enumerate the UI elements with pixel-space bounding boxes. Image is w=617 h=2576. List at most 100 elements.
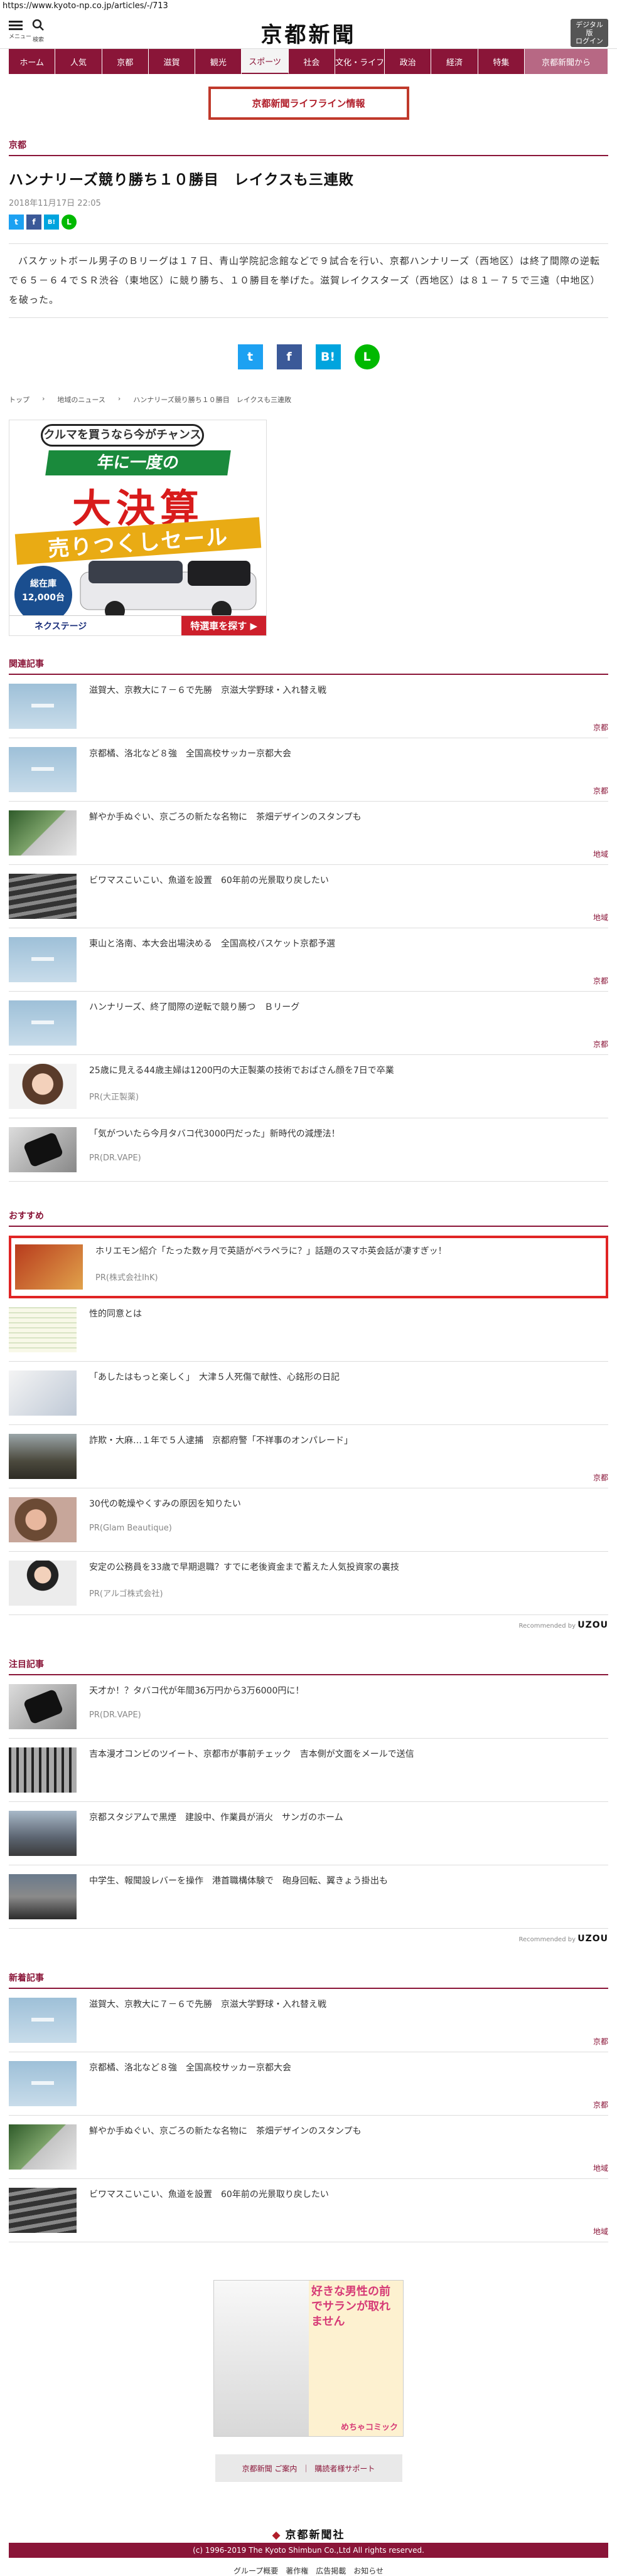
list-item-tag: 京都	[593, 1473, 608, 1482]
thumbnail-image	[9, 2061, 77, 2106]
breadcrumb-top[interactable]: トップ	[9, 395, 30, 405]
latest-list: 滋賀大、京教大に７－６で先勝 京滋大学野球・入れ替え戦 京都 京都橘、洛北など８強…	[9, 1989, 608, 2242]
thumbnail-image	[9, 747, 77, 792]
attention-list: 天才か！？タバコ代が年間36万円から3万6000円に！ PR(DR.VAPE) 吉…	[9, 1675, 608, 1929]
nav-shiga[interactable]: 滋賀	[148, 49, 196, 74]
attention-heading: 注目記事	[9, 1658, 608, 1675]
ad-comic-illustration	[214, 2281, 309, 2436]
list-item-title: 30代の乾燥やくすみの原因を知りたい	[89, 1499, 241, 1509]
recommend-heading: おすすめ	[9, 1209, 608, 1227]
list-item[interactable]: 滋賀大、京教大に７－６で先勝 京滋大学野球・入れ替え戦 京都	[9, 675, 608, 738]
nav-society[interactable]: 社会	[288, 49, 336, 74]
list-item[interactable]: 京都スタジアムで黒煙 建設中、作業員が消火 サンガのホーム	[9, 1802, 608, 1865]
thumbnail-image	[9, 1370, 77, 1416]
twitter-share-button[interactable]: t	[237, 344, 263, 369]
list-item-tag: 京都	[593, 977, 608, 985]
pr-label: PR(DR.VAPE)	[89, 1710, 141, 1720]
footer-logo[interactable]: ◆ 京都新聞社	[9, 2526, 608, 2542]
nav-tourism[interactable]: 観光	[195, 49, 242, 74]
list-item-title: 京都橘、洛北など８強 全国高校サッカー京都大会	[89, 749, 291, 759]
list-item-tag: 地域	[593, 2164, 608, 2173]
nav-politics[interactable]: 政治	[385, 49, 432, 74]
list-item[interactable]: 鮮やか手ぬぐい、京ごろの新たな名物に 茶畑デザインのスタンプも 地域	[9, 2116, 608, 2179]
digital-login-button[interactable]: デジタル版 ログイン	[571, 19, 608, 47]
list-item-title: 吉本漫才コンビのツイート、京都市が事前チェック 吉本側が文面をメールで送信	[89, 1749, 414, 1759]
nav-kyoto[interactable]: 京都	[102, 49, 149, 74]
thumbnail-image	[9, 1874, 77, 1919]
list-item-title: 滋賀大、京教大に７－６で先勝 京滋大学野球・入れ替え戦	[89, 2000, 326, 2010]
list-item-tag: 京都	[593, 787, 608, 795]
list-item-pr[interactable]: 「気がついたら今月タバコ代3000円だった」新時代の減煙法！ PR(DR.VAPE…	[9, 1118, 608, 1182]
url-bar[interactable]: https://www.kyoto-np.co.jp/articles/-/71…	[0, 0, 617, 14]
recommended-by-label: Recommended by	[518, 1623, 576, 1630]
lifeline-banner[interactable]: 京都新聞ライフライン情報	[208, 87, 409, 120]
list-item-title: ビワマスこいこい、魚道を設置 60年前の光景取り戻したい	[89, 876, 329, 886]
thumbnail-image	[15, 1244, 83, 1290]
list-item-tag: 地域	[593, 2227, 608, 2236]
ad-cta-button[interactable]: 特選車を探す ▶	[181, 616, 266, 635]
list-item-tag: 京都	[593, 2101, 608, 2109]
list-item[interactable]: 「あしたはもっと楽しく」 大津５人死傷で献性、心銘形の日記	[9, 1362, 608, 1425]
list-item[interactable]: 滋賀大、京教大に７－６で先勝 京滋大学野球・入れ替え戦 京都	[9, 1989, 608, 2052]
list-item[interactable]: ビワマスこいこい、魚道を設置 60年前の光景取り戻したい地域	[9, 865, 608, 928]
list-item[interactable]: 鮮やか手ぬぐい、京ごろの新たな名物に 茶畑デザインのスタンプも 地域	[9, 802, 608, 865]
nav-sports[interactable]: スポーツ	[242, 49, 289, 74]
related-list: 滋賀大、京教大に７－６で先勝 京滋大学野球・入れ替え戦 京都 京都橘、洛北など８強…	[9, 675, 608, 1182]
list-item-pr-highlighted[interactable]: ホリエモン紹介「たった数ヶ月で英語がペラペラに？」話題のスマホ英会話が凄すぎッ！…	[9, 1236, 608, 1298]
list-item[interactable]: 中学生、報聞設レバーを操作 港首職構体験で 砲身回転、翼きょう掛出も	[9, 1865, 608, 1929]
list-item[interactable]: 性的同意とは	[9, 1298, 608, 1362]
list-item-tag: 地域	[593, 850, 608, 859]
footer-link-news[interactable]: お知らせ	[353, 2565, 384, 2576]
footer-link-copyright[interactable]: 著作権	[286, 2565, 308, 2576]
facebook-share-small[interactable]: f	[26, 215, 41, 230]
thumbnail-image	[9, 937, 77, 982]
list-item-pr[interactable]: 安定の公務員を33歳で早期退職？すでに老後資金まで蓄えた人気投資家の裏技 PR(ア…	[9, 1552, 608, 1615]
line-share-button[interactable]: L	[354, 344, 380, 369]
footer-link-group[interactable]: グループ概要	[233, 2565, 278, 2576]
list-item-pr[interactable]: 天才か！？タバコ代が年間36万円から3万6000円に！ PR(DR.VAPE)	[9, 1675, 608, 1739]
ad-banner-comic[interactable]: 好きな男性の前でサランが取れません めちゃコミック	[213, 2280, 404, 2437]
hatena-share-button[interactable]: B!	[315, 344, 341, 369]
nav-from-kyoto[interactable]: 京都新聞から	[524, 49, 608, 74]
list-item[interactable]: 東山と洛南、本大会出場決める 全国高校バスケット京都予選 京都	[9, 928, 608, 992]
article-date: 2018年11月17日 22:05	[9, 199, 101, 208]
site-logo[interactable]: 京都新聞	[0, 18, 617, 48]
ad-ribbon: 年に一度の	[45, 450, 231, 475]
copyright-bar: (c) 1996-2019 The Kyoto Shimbun Co.,Ltd …	[9, 2543, 608, 2558]
nav-home[interactable]: ホーム	[9, 49, 56, 74]
line-share-small[interactable]: L	[62, 215, 77, 230]
list-item[interactable]: ハンナリーズ、終了間際の逆転で競り勝つ Ｂリーグ京都	[9, 992, 608, 1055]
breadcrumb-separator: ›	[42, 395, 45, 403]
article-body: バスケットボール男子のＢリーグは１７日、青山学院記念館などで９試合を行い、京都ハ…	[9, 243, 608, 318]
list-item[interactable]: ビワマスこいこい、魚道を設置 60年前の光景取り戻したい 地域	[9, 2179, 608, 2242]
list-item-pr[interactable]: 25歳に見える44歳主婦は1200円の大正製薬の技術でおばさん顔を7日で卒業 PR…	[9, 1055, 608, 1118]
list-item[interactable]: 京都橘、洛北など８強 全国高校サッカー京都大会 京都	[9, 2052, 608, 2116]
footer-link-ads[interactable]: 広告掲載	[316, 2565, 346, 2576]
recommended-by[interactable]: Recommended by UZOU	[9, 1934, 608, 1944]
article-category[interactable]: 京都	[9, 139, 608, 156]
thumbnail-image	[9, 1684, 77, 1729]
hatena-share-small[interactable]: B!	[44, 215, 59, 230]
pr-label: PR(DR.VAPE)	[89, 1153, 141, 1163]
facebook-share-button[interactable]: f	[276, 344, 302, 369]
list-item-tag: 地域	[593, 913, 608, 922]
nav-popular[interactable]: 人気	[55, 49, 102, 74]
list-item[interactable]: 京都橘、洛北など８強 全国高校サッカー京都大会京都	[9, 738, 608, 802]
thumbnail-image	[9, 1434, 77, 1479]
recommended-by[interactable]: Recommended by UZOU	[9, 1620, 608, 1630]
nav-economy[interactable]: 経済	[431, 49, 478, 74]
subscriber-support-link[interactable]: 購読者様サポート	[314, 2463, 375, 2474]
twitter-share-small[interactable]: t	[9, 215, 24, 230]
nav-culture[interactable]: 文化・ライフ	[335, 49, 385, 74]
thumbnail-image	[9, 1064, 77, 1109]
list-item-title: ハンナリーズ、終了間際の逆転で競り勝つ Ｂリーグ	[89, 1002, 300, 1012]
list-item-pr[interactable]: 30代の乾燥やくすみの原因を知りたい PR(Glam Beautique)	[9, 1488, 608, 1552]
guide-link[interactable]: 京都新聞 ご案内	[242, 2463, 298, 2474]
list-item-tag: 京都	[593, 1040, 608, 1049]
pr-label: PR(アルゴ株式会社)	[89, 1589, 163, 1599]
breadcrumb-region[interactable]: 地域のニュース	[57, 395, 105, 405]
nav-feature[interactable]: 特集	[478, 49, 525, 74]
ad-banner-car-sale[interactable]: クルマを買うなら今がチャンス 年に一度の 大決算 売りつくしセール 総在庫 12…	[9, 420, 267, 636]
list-item[interactable]: 詐欺・大麻…１年で５人逮捕 京都府警「不祥事のオンパレード」 京都	[9, 1425, 608, 1488]
list-item[interactable]: 吉本漫才コンビのツイート、京都市が事前チェック 吉本側が文面をメールで送信	[9, 1739, 608, 1802]
